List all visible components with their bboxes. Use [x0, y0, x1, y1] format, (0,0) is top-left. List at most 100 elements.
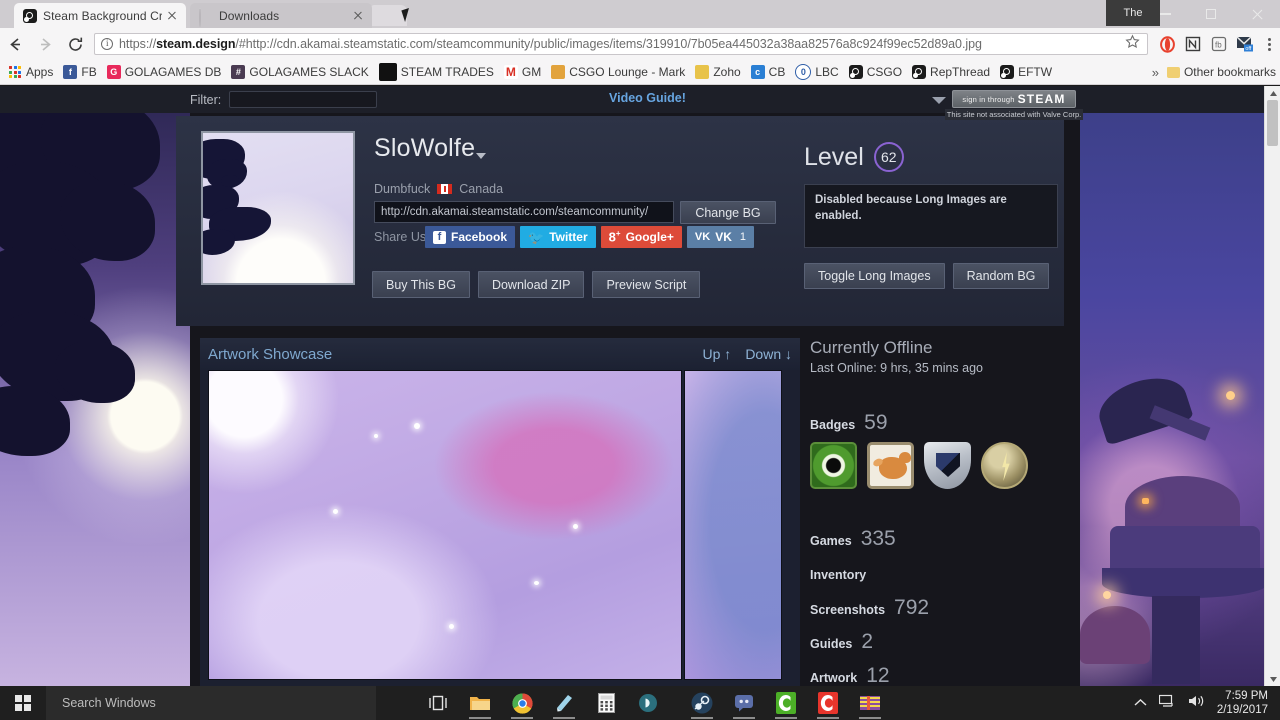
- bookmark-golagames-slack[interactable]: # GOLAGAMES SLACK: [231, 65, 369, 79]
- change-bg-button[interactable]: Change BG: [680, 201, 776, 224]
- bookmark-steam-trades[interactable]: STEAM TRADES: [378, 63, 494, 81]
- share-facebook-button[interactable]: f Facebook: [425, 226, 516, 248]
- chevron-down-icon[interactable]: [476, 153, 486, 159]
- opera-icon[interactable]: [1154, 31, 1180, 57]
- taskbar-clock[interactable]: 7:59 PM 2/19/2017: [1217, 689, 1268, 718]
- bookmarks-overflow-button[interactable]: »: [1144, 65, 1167, 80]
- chrome-icon[interactable]: [505, 686, 539, 720]
- badges-row[interactable]: Badges 59: [810, 411, 1070, 435]
- search-input[interactable]: Search Windows: [46, 686, 376, 720]
- gold-lightning-badge-icon[interactable]: [981, 442, 1028, 489]
- green-c-icon[interactable]: [769, 686, 803, 720]
- apps-grid-icon: [8, 65, 22, 79]
- bookmark-lbc[interactable]: 0 LBC: [795, 64, 839, 80]
- stat-key: Games: [810, 534, 852, 548]
- scrollbar-thumb[interactable]: [1267, 100, 1278, 146]
- url-text: https://steam.design/#http://cdn.akamai.…: [119, 37, 982, 51]
- notepad-icon[interactable]: [547, 686, 581, 720]
- bookmark-repthread[interactable]: RepThread: [912, 65, 990, 79]
- dog-artwork-badge-icon[interactable]: [867, 442, 914, 489]
- calculator-icon[interactable]: [589, 686, 623, 720]
- discord-icon[interactable]: [727, 686, 761, 720]
- share-vk-button[interactable]: VK VK 1: [686, 226, 754, 248]
- share-twitter-button[interactable]: 🐦 Twitter: [520, 226, 596, 248]
- bookmark-fb[interactable]: f FB: [63, 65, 97, 79]
- scroll-up-icon[interactable]: [1265, 86, 1280, 100]
- chevron-up-icon[interactable]: [1134, 694, 1147, 712]
- close-window-button[interactable]: [1234, 0, 1280, 28]
- browser-tab-strip: Steam Background Crop Downloads The: [0, 0, 1280, 28]
- silver-shield-badge-icon[interactable]: [924, 442, 971, 489]
- bookmark-csgo[interactable]: CSGO: [848, 65, 902, 79]
- page-scrollbar[interactable]: [1264, 86, 1280, 686]
- three-dot-menu-icon[interactable]: [1258, 37, 1280, 51]
- bookmark-csgo-lounge[interactable]: CSGO Lounge - Mark: [551, 65, 685, 79]
- info-icon[interactable]: [101, 38, 113, 50]
- network-icon[interactable]: [1158, 694, 1176, 713]
- bookmarks-bar: Apps f FB G GOLAGAMES DB # GOLAGAMES SLA…: [0, 60, 1280, 85]
- stat-row-artwork[interactable]: Artwork 12: [810, 664, 1070, 686]
- stat-row-inventory[interactable]: Inventory: [810, 568, 1070, 582]
- close-icon[interactable]: [350, 8, 366, 24]
- download-zip-button[interactable]: Download ZIP: [477, 271, 585, 298]
- showcase-header: Artwork Showcase Up ↑ Down ↓: [200, 338, 800, 370]
- bookmark-gm[interactable]: M GM: [503, 65, 541, 79]
- stat-row-guides[interactable]: Guides 2: [810, 630, 1070, 654]
- media-player-icon[interactable]: [631, 686, 665, 720]
- share-count: 1: [739, 231, 746, 243]
- bookmark-apps[interactable]: Apps: [8, 65, 53, 79]
- fb-icon[interactable]: fb: [1206, 31, 1232, 57]
- winrar-icon[interactable]: [853, 686, 887, 720]
- showcase-up-button[interactable]: Up ↑: [703, 346, 732, 362]
- notebook-icon[interactable]: [1180, 31, 1206, 57]
- profile-name[interactable]: SloWolfe: [374, 134, 475, 163]
- back-arrow-icon[interactable]: [0, 29, 30, 59]
- stat-row-games[interactable]: Games 335: [810, 527, 1070, 551]
- close-icon[interactable]: [164, 8, 180, 24]
- steam-icon[interactable]: [685, 686, 719, 720]
- preview-script-button[interactable]: Preview Script: [592, 271, 701, 298]
- reload-icon[interactable]: [60, 29, 90, 59]
- showcase-artwork-side[interactable]: [684, 370, 782, 680]
- stat-row-screenshots[interactable]: Screenshots 792: [810, 596, 1070, 620]
- file-explorer-icon[interactable]: [463, 686, 497, 720]
- steam-signin-button[interactable]: sign in through STEAM: [952, 90, 1076, 108]
- avatar[interactable]: [201, 131, 355, 285]
- bookmark-label: GOLAGAMES DB: [124, 65, 222, 79]
- browser-tab-steam[interactable]: Steam Background Crop: [14, 3, 186, 28]
- maximize-button[interactable]: [1188, 0, 1234, 28]
- toggle-long-images-button[interactable]: Toggle Long Images: [804, 263, 945, 289]
- chevron-down-icon[interactable]: [932, 97, 946, 104]
- scroll-down-icon[interactable]: [1265, 672, 1280, 686]
- bookmark-cb[interactable]: c CB: [750, 65, 785, 79]
- red-c-icon[interactable]: [811, 686, 845, 720]
- random-bg-button[interactable]: Random BG: [952, 263, 1050, 289]
- buy-this-bg-button[interactable]: Buy This BG: [372, 271, 470, 298]
- bookmark-golagames-db[interactable]: G GOLAGAMES DB: [106, 65, 222, 79]
- browser-tab-downloads[interactable]: Downloads: [190, 3, 372, 28]
- star-icon[interactable]: [1125, 34, 1141, 54]
- address-bar[interactable]: https://steam.design/#http://cdn.akamai.…: [94, 33, 1148, 55]
- stat-value: 2: [861, 630, 874, 653]
- signin-disclaimer: This site not associated with Valve Corp…: [945, 109, 1083, 120]
- bookmark-zoho[interactable]: Zoho: [695, 65, 741, 79]
- mail-off-icon[interactable]: off: [1232, 31, 1258, 57]
- share-label-text: VK: [715, 230, 732, 244]
- other-bookmarks-label[interactable]: Other bookmarks: [1184, 65, 1276, 79]
- share-googleplus-button[interactable]: 8+ Google+: [600, 226, 682, 248]
- showcase-down-button[interactable]: Down ↓: [745, 346, 792, 362]
- task-view-icon[interactable]: [421, 686, 455, 720]
- green-eye-badge-icon[interactable]: [810, 442, 857, 489]
- filter-input[interactable]: [229, 91, 378, 108]
- badges-label: Badges: [810, 418, 856, 432]
- volume-icon[interactable]: [1188, 694, 1205, 713]
- bookmark-eftw[interactable]: EFTW: [1000, 65, 1052, 79]
- windows-start-icon[interactable]: [0, 686, 46, 720]
- bookmark-label: EFTW: [1018, 65, 1053, 79]
- new-tab-button[interactable]: [371, 5, 407, 26]
- bg-url-input[interactable]: http://cdn.akamai.steamstatic.com/steamc…: [374, 201, 674, 223]
- minimize-button[interactable]: [1142, 0, 1188, 28]
- video-guide-link[interactable]: Video Guide!: [609, 91, 686, 105]
- showcase-artwork-main[interactable]: [208, 370, 682, 680]
- steam-icon: [912, 65, 927, 79]
